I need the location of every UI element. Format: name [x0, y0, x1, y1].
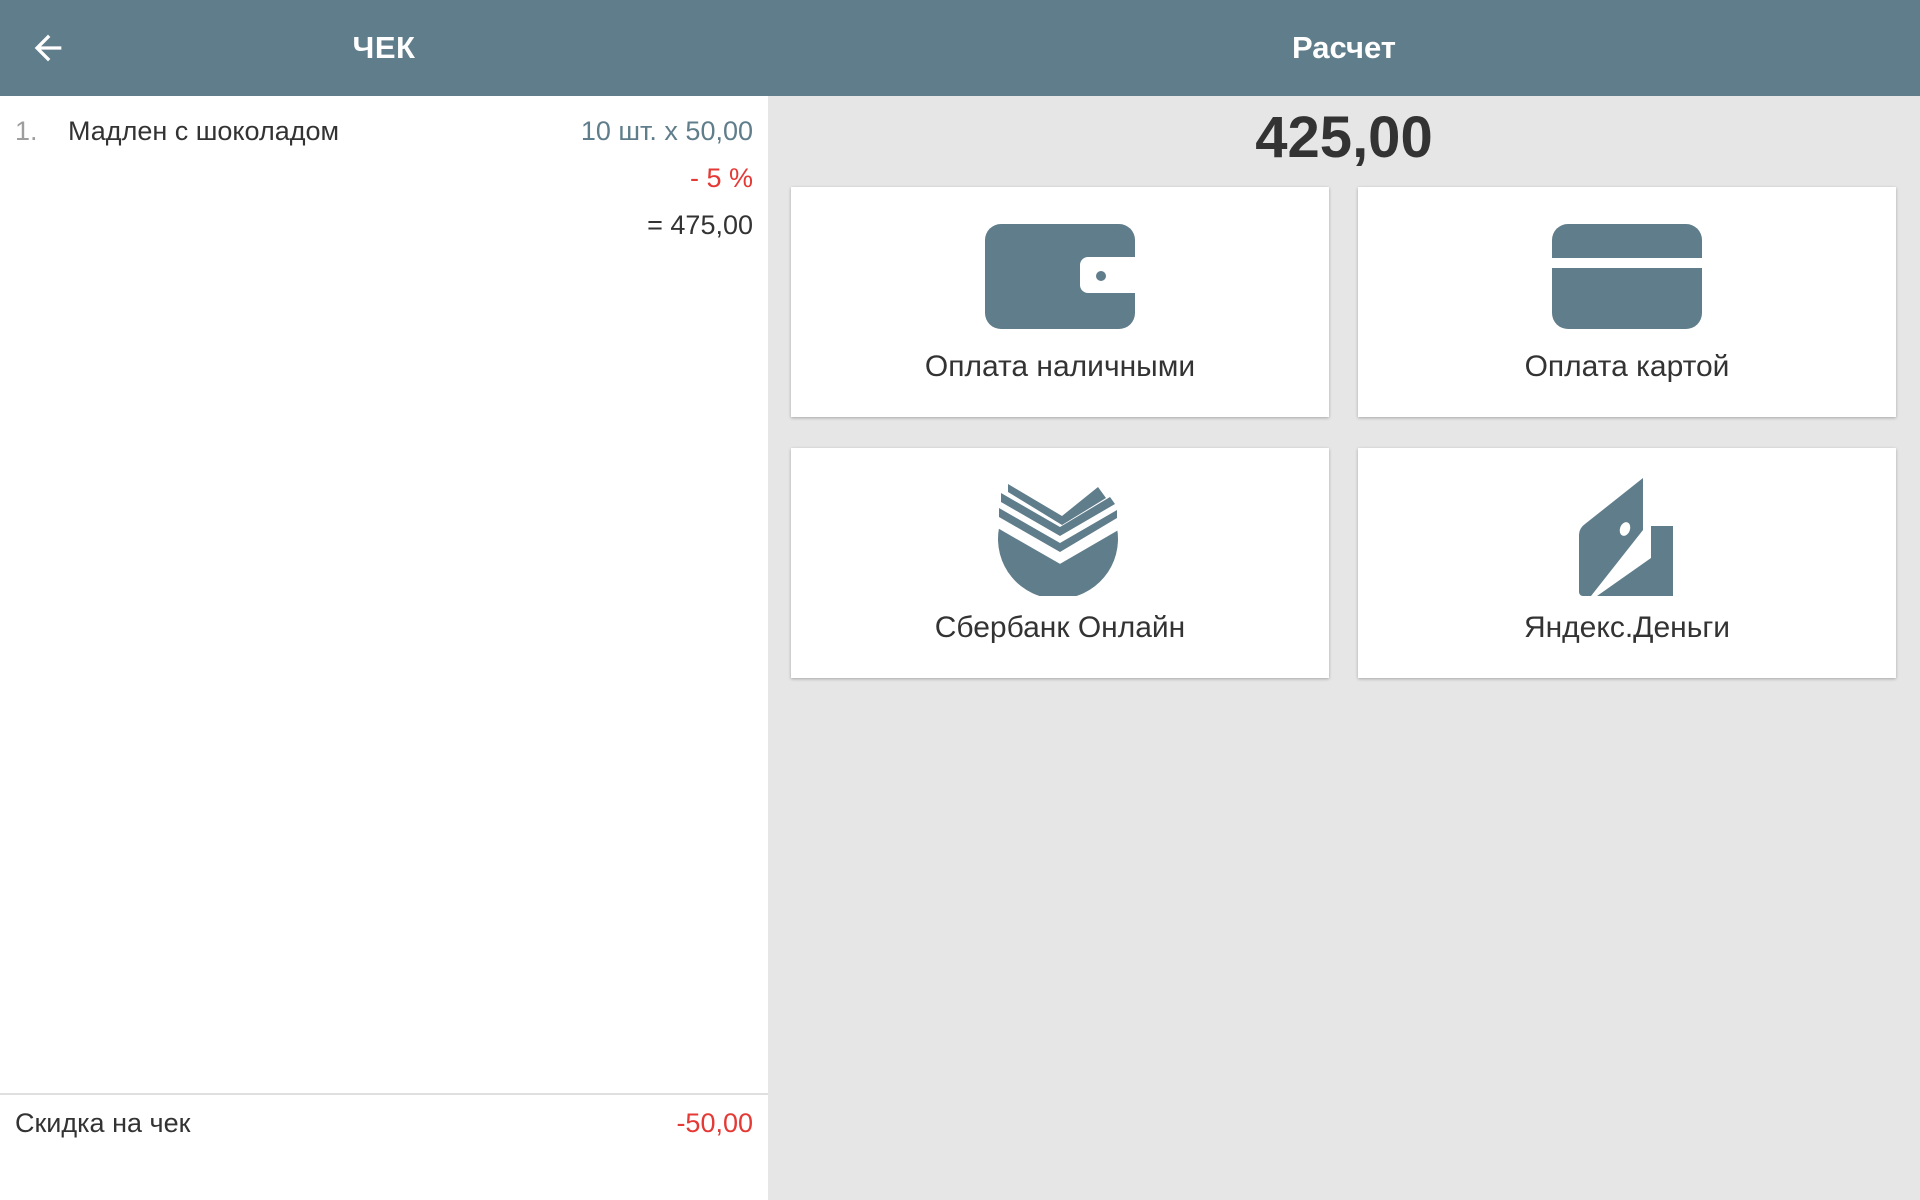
card-payment-label: Оплата картой [1524, 350, 1730, 383]
yandex-money-button[interactable]: Яндекс.Деньги [1358, 448, 1896, 678]
wallet-icon [985, 224, 1135, 329]
footer-divider [0, 1093, 768, 1095]
payment-panel: 425,00 Оплата наличными Оплата картой Сб… [768, 96, 1920, 1200]
item-index: 1. [15, 116, 38, 146]
total-amount: 425,00 [1255, 105, 1433, 170]
yandex-money-icon [1579, 478, 1673, 596]
item-total: = 475,00 [647, 210, 753, 240]
yandex-money-label: Яндекс.Деньги [1523, 611, 1731, 644]
sberbank-logo-icon [998, 484, 1119, 596]
receipt-discount-value: -50,00 [676, 1108, 753, 1138]
cash-payment-button[interactable]: Оплата наличными [791, 187, 1329, 417]
cash-payment-label: Оплата наличными [924, 350, 1196, 383]
receipt-discount-label: Скидка на чек [15, 1108, 191, 1138]
receipt-title: ЧЕК [352, 30, 416, 65]
sberbank-online-label: Сбербанк Онлайн [934, 611, 1186, 644]
item-name: Мадлен с шоколадом [68, 116, 340, 146]
credit-card-icon [1552, 224, 1702, 329]
top-app-bar: ЧЕК Расчет [0, 0, 1920, 96]
sberbank-online-button[interactable]: Сбербанк Онлайн [791, 448, 1329, 678]
item-discount: - 5 % [689, 163, 753, 193]
payment-title: Расчет [1292, 30, 1396, 65]
item-quantity-price: 10 шт. x 50,00 [580, 116, 753, 146]
receipt-panel: 1. Мадлен с шоколадом 10 шт. x 50,00 - 5… [0, 96, 768, 1200]
card-payment-button[interactable]: Оплата картой [1358, 187, 1896, 417]
